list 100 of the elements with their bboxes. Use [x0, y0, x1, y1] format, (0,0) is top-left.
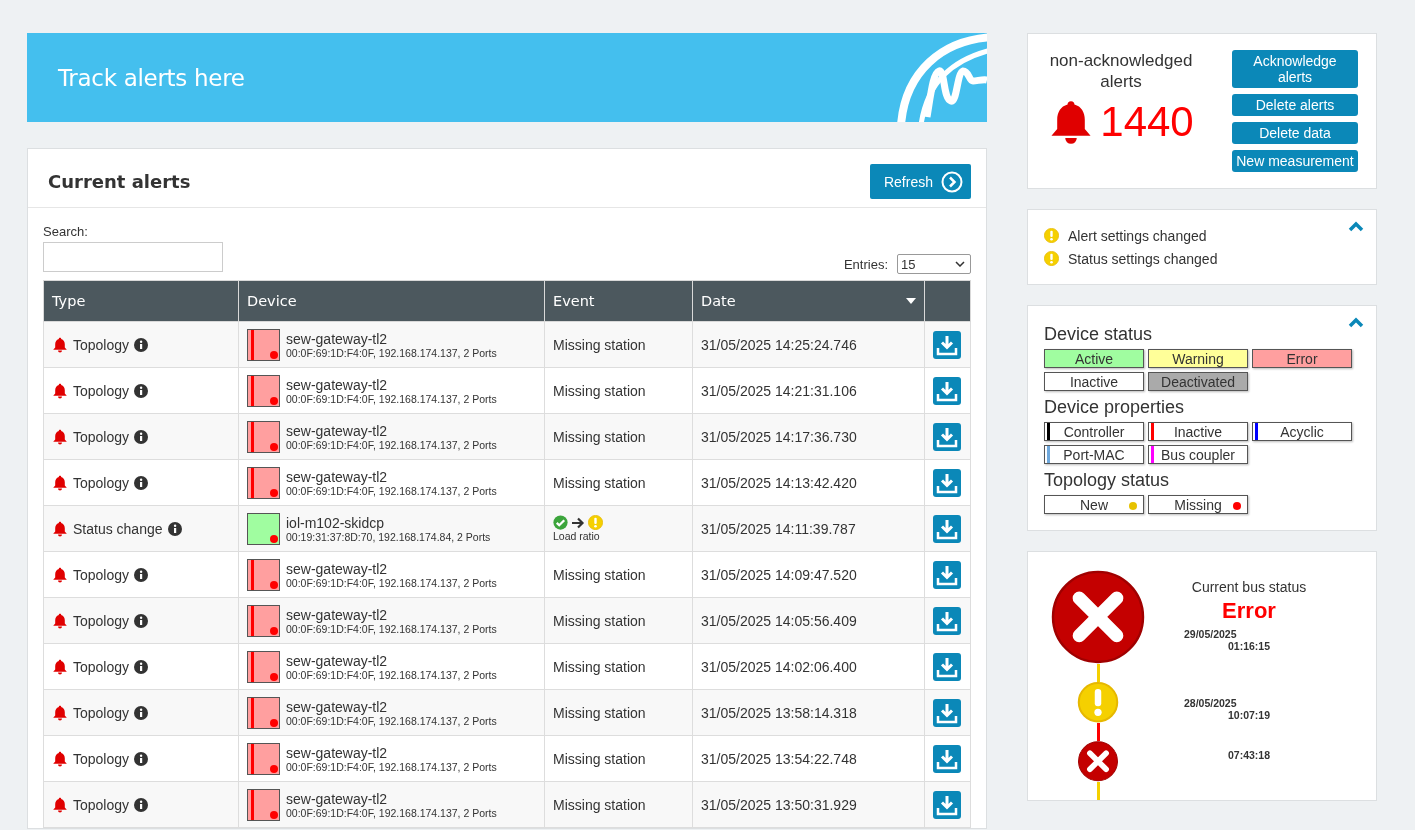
download-icon[interactable] — [933, 514, 961, 543]
device-info: 00:19:31:37:8D:70, 192.168.174.84, 2 Ports — [286, 530, 491, 543]
column-header[interactable]: Device — [238, 280, 545, 322]
bell-icon — [52, 704, 68, 721]
panel-title: Current alerts — [48, 171, 191, 192]
status-legend-chip: Active — [1044, 349, 1144, 368]
alert-type: Topology — [73, 474, 130, 491]
alert-date: 31/05/2025 14:05:56.409 — [701, 612, 857, 629]
bell-icon — [52, 566, 68, 583]
notice-text: Status settings changed — [1068, 250, 1218, 267]
bell-icon — [52, 382, 68, 399]
history-date: 29/05/2025 — [1184, 628, 1238, 640]
info-icon[interactable] — [134, 613, 149, 628]
alert-date: 31/05/2025 14:09:47.520 — [701, 566, 857, 583]
info-icon[interactable] — [134, 337, 149, 352]
download-icon[interactable] — [933, 376, 961, 405]
info-icon[interactable] — [134, 751, 149, 766]
exclamation-circle-icon — [1044, 228, 1059, 243]
entries-label: Entries: — [843, 256, 888, 272]
property-legend-chip: Port-MAC — [1044, 445, 1144, 464]
device-info: 00:0F:69:1D:F4:0F, 192.168.174.137, 2 Ports — [286, 714, 497, 727]
alert-type: Topology — [73, 704, 130, 721]
info-icon[interactable] — [134, 659, 149, 674]
download-icon[interactable] — [933, 468, 961, 497]
event-text: Missing station — [553, 566, 646, 583]
column-header[interactable]: Type — [43, 280, 239, 322]
info-icon[interactable] — [134, 383, 149, 398]
alert-date: 31/05/2025 14:11:39.787 — [701, 520, 856, 537]
chevron-icon[interactable] — [1348, 220, 1364, 232]
alert-count: 1440 — [1100, 98, 1194, 146]
alert-date: 31/05/2025 14:17:36.730 — [701, 428, 857, 445]
event-text: Missing station — [553, 704, 646, 721]
bell-icon — [52, 612, 68, 629]
entries-dropdown[interactable]: 15 — [897, 254, 971, 274]
download-icon[interactable] — [933, 790, 961, 819]
sort-icon[interactable] — [906, 298, 916, 304]
chevron-circle-icon — [941, 170, 963, 193]
search-label: Search: — [43, 224, 88, 239]
device-info: 00:0F:69:1D:F4:0F, 192.168.174.137, 2 Ports — [286, 622, 497, 635]
property-legend-chip: Acyclic — [1252, 422, 1352, 441]
alert-date: 31/05/2025 13:50:31.929 — [701, 796, 857, 813]
download-icon[interactable] — [933, 698, 961, 727]
info-icon[interactable] — [134, 797, 149, 812]
download-icon[interactable] — [933, 652, 961, 681]
bus-status-value: Error — [1221, 598, 1277, 624]
alert-type: Topology — [73, 382, 130, 399]
download-icon[interactable] — [933, 422, 961, 451]
alert-type: Topology — [73, 796, 130, 813]
info-icon[interactable] — [134, 705, 149, 720]
alert-type: Status change — [73, 520, 163, 537]
property-legend-chip: Controller — [1044, 422, 1144, 441]
action-button[interactable]: Delete data — [1232, 122, 1358, 144]
device-info: 00:0F:69:1D:F4:0F, 192.168.174.137, 2 Ports — [286, 484, 497, 497]
info-icon[interactable] — [134, 475, 149, 490]
device-info: 00:0F:69:1D:F4:0F, 192.168.174.137, 2 Ports — [286, 668, 497, 681]
action-button[interactable]: New measurement — [1232, 150, 1358, 172]
bell-icon — [52, 336, 68, 353]
column-header[interactable]: Event — [544, 280, 693, 322]
device-name: sew-gateway-tl2 — [286, 422, 389, 439]
device-name: sew-gateway-tl2 — [286, 330, 389, 347]
legend-title: Topology status — [1044, 470, 1171, 491]
download-icon[interactable] — [933, 560, 961, 589]
action-button[interactable]: Delete alerts — [1232, 94, 1358, 116]
chevron-icon[interactable] — [1348, 316, 1364, 328]
info-icon[interactable] — [134, 567, 149, 582]
device-name: iol-m102-skidcp — [286, 514, 386, 531]
info-icon[interactable] — [167, 521, 182, 536]
info-icon[interactable] — [134, 429, 149, 444]
event-detail: Load ratio — [553, 530, 601, 542]
refresh-button[interactable]: Refresh — [869, 164, 971, 199]
bell-icon — [52, 796, 68, 813]
download-icon[interactable] — [933, 744, 961, 773]
event-text: Missing station — [553, 612, 646, 629]
alert-type: Topology — [73, 612, 130, 629]
legend-title: Device properties — [1044, 397, 1186, 418]
event-text: Missing station — [553, 428, 646, 445]
search-field[interactable] — [43, 242, 223, 272]
alert-type: Topology — [73, 336, 130, 353]
column-header[interactable]: Date — [692, 280, 925, 322]
event-text: Missing station — [553, 750, 646, 767]
device-info: 00:0F:69:1D:F4:0F, 192.168.174.137, 2 Ports — [286, 806, 497, 819]
bell-icon — [52, 520, 68, 537]
arrow-right-icon — [571, 516, 585, 529]
counter-title: non-acknowledged alerts — [1048, 50, 1194, 92]
topology-legend-chip: Missing — [1148, 495, 1248, 514]
device-name: sew-gateway-tl2 — [286, 652, 389, 669]
banner-title: Track alerts here — [58, 64, 245, 91]
alert-date: 31/05/2025 13:54:22.748 — [701, 750, 857, 767]
action-button[interactable]: Acknowledge alerts — [1232, 50, 1358, 88]
device-name: sew-gateway-tl2 — [286, 744, 389, 761]
x-circle-icon — [1076, 741, 1120, 782]
column-header[interactable] — [924, 280, 971, 322]
alert-date: 31/05/2025 14:13:42.420 — [701, 474, 857, 491]
caret-icon — [955, 261, 965, 267]
device-name: sew-gateway-tl2 — [286, 698, 389, 715]
alert-date: 31/05/2025 14:25:24.746 — [701, 336, 857, 353]
download-icon[interactable] — [933, 330, 961, 359]
download-icon[interactable] — [933, 606, 961, 635]
device-info: 00:0F:69:1D:F4:0F, 192.168.174.137, 2 Ports — [286, 438, 497, 451]
device-info: 00:0F:69:1D:F4:0F, 192.168.174.137, 2 Ports — [286, 346, 497, 359]
